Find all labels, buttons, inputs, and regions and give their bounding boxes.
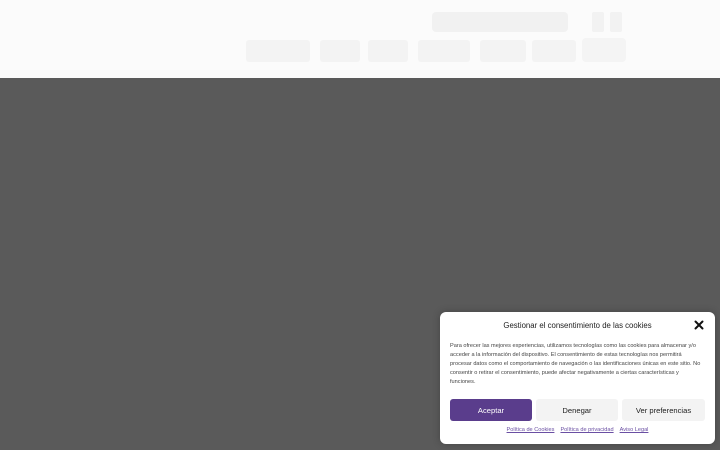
cookies-policy-link[interactable]: Política de Cookies xyxy=(507,427,555,433)
search-input[interactable] xyxy=(432,12,568,32)
privacy-policy-link[interactable]: Política de privacidad xyxy=(560,427,613,433)
legal-notice-link[interactable]: Aviso Legal xyxy=(620,427,649,433)
nav-item-4[interactable] xyxy=(418,40,470,62)
nav-item-6[interactable] xyxy=(532,40,576,62)
accept-button[interactable]: Aceptar xyxy=(450,399,532,421)
deny-button[interactable]: Denegar xyxy=(536,399,618,421)
cookie-dialog-text: Para ofrecer las mejores experiencias, u… xyxy=(450,343,701,385)
cookie-consent-dialog: Gestionar el consentimiento de las cooki… xyxy=(440,312,715,444)
nav-item-3[interactable] xyxy=(368,40,408,62)
user-icon[interactable] xyxy=(592,12,604,32)
cookie-dialog-title: Gestionar el consentimiento de las cooki… xyxy=(503,321,652,330)
cart-icon[interactable] xyxy=(610,12,622,32)
close-icon xyxy=(694,320,704,330)
nav-item-2[interactable] xyxy=(320,40,360,62)
view-preferences-button[interactable]: Ver preferencias xyxy=(622,399,705,421)
nav-item-1[interactable] xyxy=(246,40,310,62)
nav-item-5[interactable] xyxy=(480,40,526,62)
cookie-dialog-links: Política de Cookies Política de privacid… xyxy=(440,427,715,433)
header-cta-button[interactable] xyxy=(582,38,626,62)
close-button[interactable] xyxy=(692,318,706,332)
site-header xyxy=(0,0,720,78)
